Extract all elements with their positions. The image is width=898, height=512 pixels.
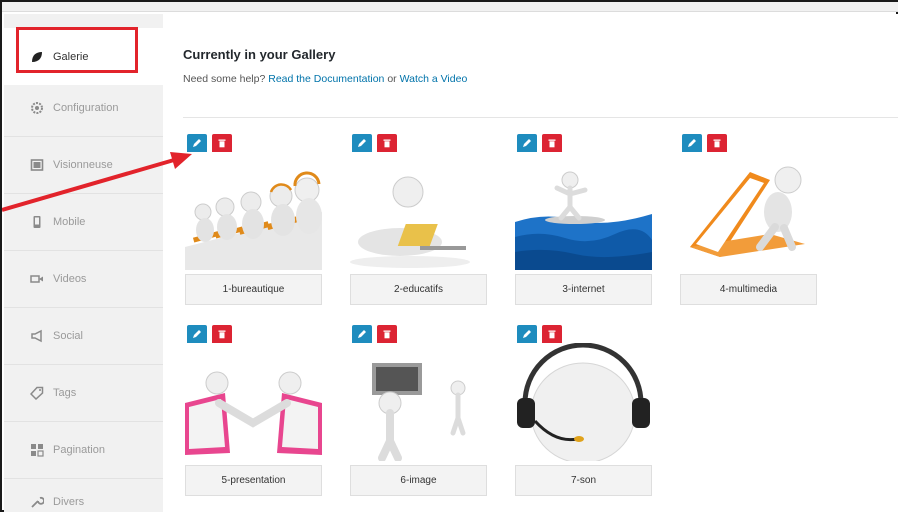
gallery-label: 1-bureautique	[185, 274, 322, 305]
sidebar: Galerie Configuration Visionneuse Mobile…	[4, 14, 163, 512]
sidebar-item-videos[interactable]: Videos	[4, 251, 163, 308]
pencil-icon	[357, 326, 367, 344]
window-icon	[29, 157, 45, 173]
gallery-label: 2-educatifs	[350, 274, 487, 305]
sidebar-item-label: Visionneuse	[53, 159, 113, 171]
pencil-icon	[522, 326, 532, 344]
sidebar-item-label: Videos	[53, 273, 87, 285]
page-title: Currently in your Gallery	[183, 47, 336, 62]
delete-button[interactable]	[542, 134, 562, 154]
sidebar-item-label: Divers	[53, 495, 85, 508]
gallery-card: 7-son	[515, 325, 652, 500]
edit-button[interactable]	[682, 134, 702, 154]
app-frame: Galerie Configuration Visionneuse Mobile…	[0, 0, 898, 512]
trash-icon	[547, 135, 557, 153]
gear-icon	[29, 100, 45, 116]
delete-button[interactable]	[212, 134, 232, 154]
edit-button[interactable]	[352, 325, 372, 345]
video-icon	[29, 271, 45, 287]
sidebar-item-tags[interactable]: Tags	[4, 365, 163, 422]
gallery-card: 1-bureautique	[185, 134, 322, 309]
trash-icon	[217, 135, 227, 153]
trash-icon	[217, 326, 227, 344]
sidebar-item-visionneuse[interactable]: Visionneuse	[4, 137, 163, 194]
gallery-label: 5-presentation	[185, 465, 322, 496]
sidebar-item-mobile[interactable]: Mobile	[4, 194, 163, 251]
trash-icon	[382, 326, 392, 344]
delete-button[interactable]	[542, 325, 562, 345]
edit-button[interactable]	[352, 134, 372, 154]
gallery-thumbnail[interactable]	[350, 152, 487, 270]
gallery-label: 4-multimedia	[680, 274, 817, 305]
mobile-icon	[29, 214, 45, 230]
watch-video-link[interactable]: Watch a Video	[400, 73, 468, 85]
delete-button[interactable]	[707, 134, 727, 154]
main-content: Currently in your Gallery Need some help…	[163, 14, 898, 512]
sidebar-item-label: Social	[53, 330, 83, 342]
divider	[183, 117, 898, 118]
delete-button[interactable]	[377, 134, 397, 154]
sidebar-item-divers[interactable]: Divers	[4, 473, 163, 512]
pencil-icon	[192, 326, 202, 344]
sidebar-item-configuration[interactable]: Configuration	[4, 80, 163, 137]
delete-button[interactable]	[212, 325, 232, 345]
gallery-thumbnail[interactable]	[515, 152, 652, 270]
sidebar-item-pagination[interactable]: Pagination	[4, 422, 163, 479]
trash-icon	[547, 326, 557, 344]
gallery-card: 4-multimedia	[680, 134, 817, 309]
gallery-thumbnail[interactable]	[350, 343, 487, 461]
gallery-label: 6-image	[350, 465, 487, 496]
gallery-label: 7-son	[515, 465, 652, 496]
gallery-card: 5-presentation	[185, 325, 322, 500]
trash-icon	[382, 135, 392, 153]
documentation-link[interactable]: Read the Documentation	[268, 73, 384, 85]
top-strip	[2, 2, 898, 12]
help-prefix: Need some help?	[183, 73, 266, 85]
edit-button[interactable]	[187, 325, 207, 345]
pencil-icon	[687, 135, 697, 153]
sidebar-item-label: Configuration	[53, 102, 119, 114]
pagination-icon	[29, 442, 45, 458]
sidebar-item-label: Tags	[53, 387, 77, 399]
megaphone-icon	[29, 328, 45, 344]
gallery-card: 6-image	[350, 325, 487, 500]
or-text: or	[387, 73, 397, 85]
sidebar-item-social[interactable]: Social	[4, 308, 163, 365]
edit-button[interactable]	[517, 325, 537, 345]
trash-icon	[712, 135, 722, 153]
wrench-icon	[29, 494, 45, 510]
sidebar-item-label: Pagination	[53, 444, 105, 456]
pencil-icon	[192, 135, 202, 153]
gallery-thumbnail[interactable]	[185, 152, 322, 270]
pencil-icon	[522, 135, 532, 153]
help-text: Need some help? Read the Documentation o…	[183, 73, 467, 85]
gallery-label: 3-internet	[515, 274, 652, 305]
gallery-card: 3-internet	[515, 134, 652, 309]
gallery-card: 2-educatifs	[350, 134, 487, 309]
gallery-thumbnail[interactable]	[680, 152, 817, 270]
pencil-icon	[357, 135, 367, 153]
delete-button[interactable]	[377, 325, 397, 345]
edit-button[interactable]	[187, 134, 207, 154]
sidebar-item-label: Mobile	[53, 216, 86, 228]
annotation-highlight-box	[16, 27, 138, 73]
edit-button[interactable]	[517, 134, 537, 154]
gallery-thumbnail[interactable]	[185, 343, 322, 461]
tag-icon	[29, 385, 45, 401]
gallery-thumbnail[interactable]	[515, 343, 652, 461]
